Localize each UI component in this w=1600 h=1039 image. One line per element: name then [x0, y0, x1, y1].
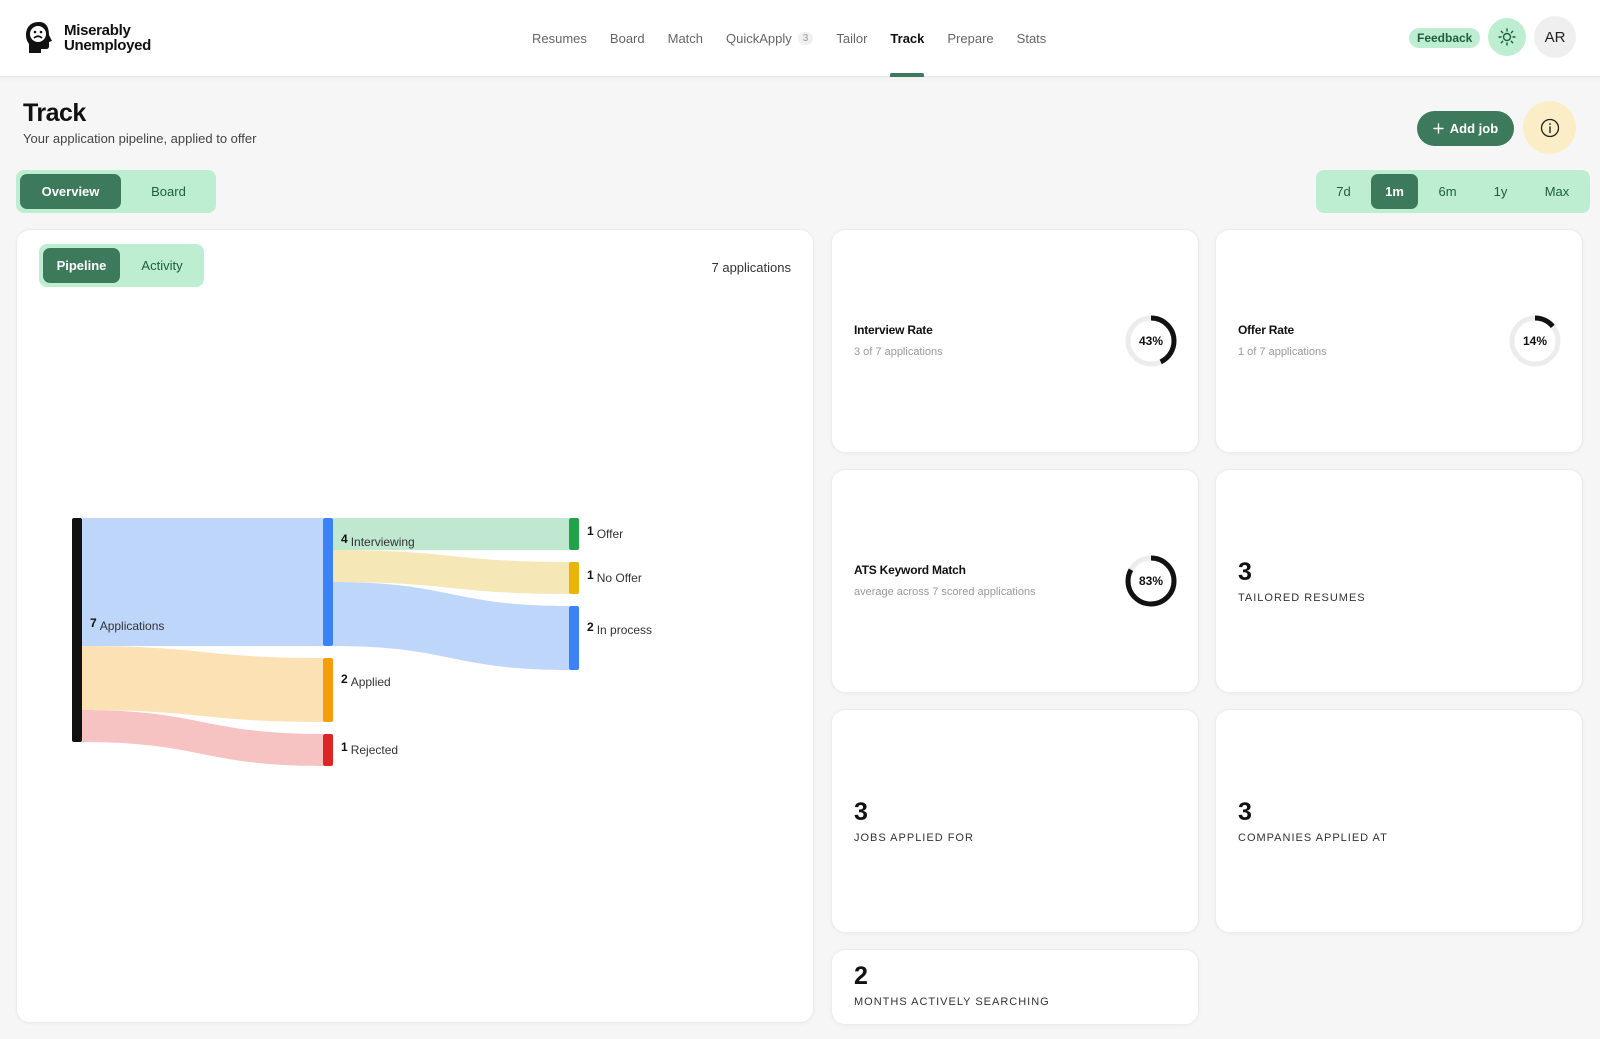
- months-searching-label: MONTHS ACTIVELY SEARCHING: [854, 996, 1050, 1008]
- time-range-tabs: 7d 1m 6m 1y Max: [1316, 170, 1590, 213]
- user-avatar[interactable]: AR: [1534, 16, 1576, 58]
- sankey-label-no_offer: 1 No Offer: [587, 568, 642, 585]
- interview-rate-subtitle: 3 of 7 applications: [854, 346, 943, 358]
- ats-match-title: ATS Keyword Match: [854, 563, 966, 577]
- nav-stats[interactable]: Stats: [1017, 0, 1047, 77]
- companies-applied-value: 3: [1238, 798, 1252, 826]
- view-tabs: Overview Board: [16, 170, 216, 213]
- range-1y[interactable]: 1y: [1477, 174, 1524, 209]
- nav-prepare[interactable]: Prepare: [947, 0, 993, 77]
- sankey-label-interviewing: 4 Interviewing: [341, 532, 415, 549]
- applications-count: 7 applications: [711, 260, 792, 275]
- sad-head-logo-icon: [26, 22, 52, 53]
- tailored-resumes-label: TAILORED RESUMES: [1238, 592, 1366, 604]
- sankey-link-applications-applied: [82, 646, 323, 722]
- companies-applied-card: 3 COMPANIES APPLIED AT: [1215, 709, 1583, 933]
- sankey-link-interviewing-in_process: [333, 582, 569, 670]
- nav-board[interactable]: Board: [610, 0, 645, 77]
- sankey-node-in_process[interactable]: [569, 606, 579, 670]
- main-nav: Resumes Board Match QuickApply 3 Tailor T…: [532, 0, 1046, 77]
- pipeline-chart-card: 7 Applications 4 Interviewing 2 Applied 1 Rejec…: [16, 229, 814, 1023]
- range-6m[interactable]: 6m: [1422, 174, 1473, 209]
- jobs-applied-card: 3 JOBS APPLIED FOR: [831, 709, 1199, 933]
- add-job-button[interactable]: Add job: [1417, 111, 1514, 146]
- nav-resumes[interactable]: Resumes: [532, 0, 587, 77]
- jobs-applied-value: 3: [854, 798, 868, 826]
- interview-rate-value: 43%: [1138, 334, 1164, 348]
- companies-applied-label: COMPANIES APPLIED AT: [1238, 832, 1388, 844]
- nav-quickapply[interactable]: QuickApply 3: [726, 0, 814, 77]
- ats-match-subtitle: average across 7 scored applications: [854, 586, 1036, 598]
- range-7d[interactable]: 7d: [1320, 174, 1367, 209]
- months-searching-value: 2: [854, 962, 868, 990]
- page-title: Track: [23, 99, 86, 127]
- tailored-resumes-value: 3: [1238, 558, 1252, 586]
- sankey-label-applications: 7 Applications: [90, 616, 164, 633]
- tailored-resumes-card: 3 TAILORED RESUMES: [1215, 469, 1583, 693]
- sankey-node-offer[interactable]: [569, 518, 579, 550]
- plus-icon: [1433, 123, 1444, 134]
- offer-rate-title: Offer Rate: [1238, 323, 1295, 337]
- nav-track[interactable]: Track: [890, 0, 924, 77]
- sankey-node-interviewing[interactable]: [323, 518, 333, 646]
- sankey-node-rejected[interactable]: [323, 734, 333, 766]
- sankey-label-applied: 2 Applied: [341, 672, 391, 689]
- jobs-applied-label: JOBS APPLIED FOR: [854, 832, 974, 844]
- sun-icon: [1498, 28, 1516, 46]
- app-name-line2: Unemployed: [64, 37, 152, 54]
- quickapply-count-badge: 3: [797, 32, 814, 45]
- interview-rate-title: Interview Rate: [854, 323, 933, 337]
- tab-board[interactable]: Board: [125, 174, 212, 209]
- interview-rate-card: Interview Rate 3 of 7 applications 43%: [831, 229, 1199, 453]
- tab-pipeline[interactable]: Pipeline: [43, 248, 120, 283]
- ats-match-value: 83%: [1138, 574, 1164, 588]
- theme-toggle-button[interactable]: [1488, 18, 1526, 56]
- app-logo[interactable]: Miserably Unemployed: [24, 20, 151, 56]
- sankey-label-offer: 1 Offer: [587, 524, 623, 541]
- feedback-button[interactable]: Feedback: [1409, 28, 1481, 48]
- info-button[interactable]: [1523, 101, 1576, 154]
- chart-tabs: Pipeline Activity: [39, 244, 204, 287]
- app-name-line1: Miserably: [64, 22, 131, 39]
- range-max[interactable]: Max: [1528, 174, 1586, 209]
- tab-activity[interactable]: Activity: [124, 248, 200, 283]
- top-navigation-bar: Miserably Unemployed Resumes Board Match…: [0, 0, 1600, 77]
- months-searching-card: 2 MONTHS ACTIVELY SEARCHING: [831, 949, 1199, 1025]
- sankey-label-rejected: 1 Rejected: [341, 740, 398, 757]
- offer-rate-card: Offer Rate 1 of 7 applications 14%: [1215, 229, 1583, 453]
- sankey-node-applied[interactable]: [323, 658, 333, 722]
- range-1m[interactable]: 1m: [1371, 174, 1418, 209]
- sankey-node-applications[interactable]: [72, 518, 82, 742]
- tab-overview[interactable]: Overview: [20, 174, 121, 209]
- pipeline-sankey-chart: 7 Applications 4 Interviewing 2 Applied 1 Rejec…: [72, 518, 652, 766]
- nav-match[interactable]: Match: [668, 0, 703, 77]
- nav-tailor[interactable]: Tailor: [836, 0, 867, 77]
- info-icon: [1540, 118, 1559, 137]
- offer-rate-subtitle: 1 of 7 applications: [1238, 346, 1327, 358]
- page-subtitle: Your application pipeline, applied to of…: [23, 131, 257, 146]
- sankey-label-in_process: 2 In process: [587, 620, 652, 637]
- sankey-node-no_offer[interactable]: [569, 562, 579, 594]
- offer-rate-value: 14%: [1522, 334, 1548, 348]
- ats-match-card: ATS Keyword Match average across 7 score…: [831, 469, 1199, 693]
